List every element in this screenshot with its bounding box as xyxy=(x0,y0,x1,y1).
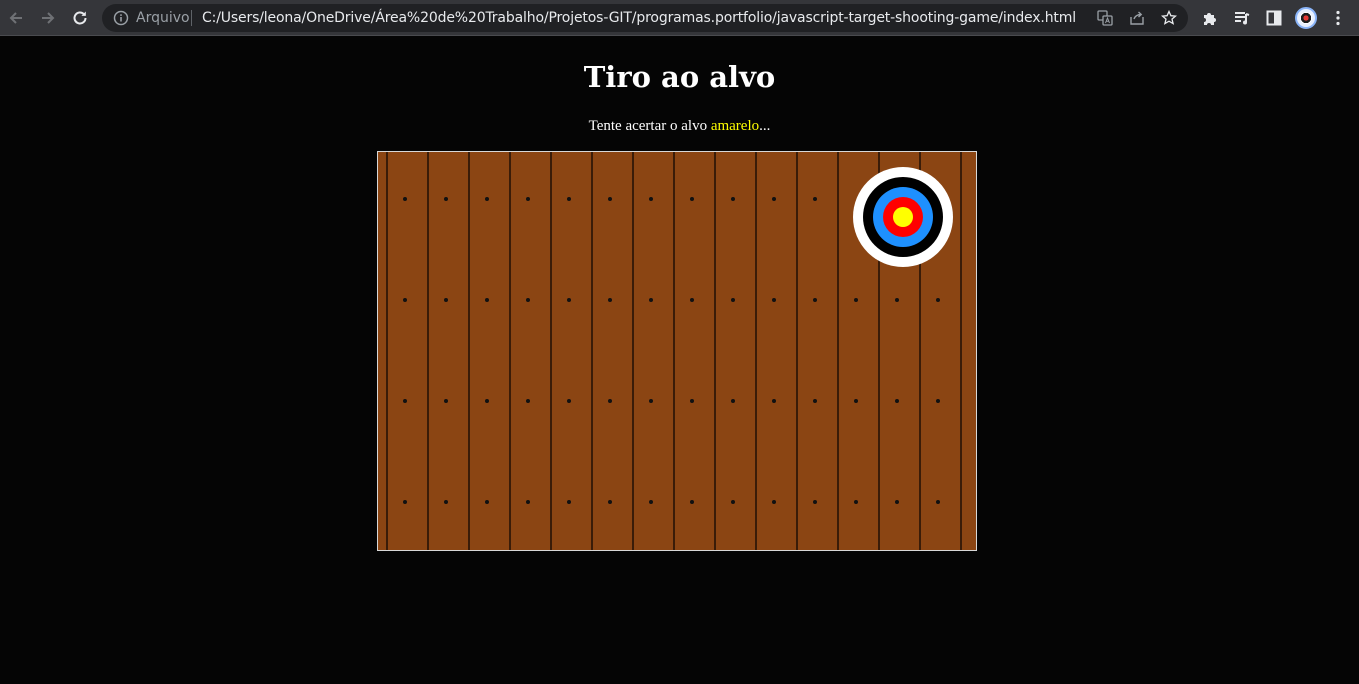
media-queue-button[interactable] xyxy=(1229,5,1255,31)
nail xyxy=(649,500,653,504)
share-icon[interactable] xyxy=(1126,7,1148,29)
arrow-left-icon xyxy=(9,12,22,24)
plank-divider xyxy=(427,152,429,550)
side-panel-icon xyxy=(1266,10,1282,26)
nail xyxy=(690,500,694,504)
nail xyxy=(649,197,653,201)
plank-divider xyxy=(714,152,716,550)
nail xyxy=(526,399,530,403)
nail xyxy=(731,399,735,403)
nail xyxy=(690,298,694,302)
back-button[interactable] xyxy=(3,5,29,31)
nail xyxy=(731,500,735,504)
nail xyxy=(690,399,694,403)
nail xyxy=(649,399,653,403)
nail xyxy=(731,197,735,201)
nail xyxy=(485,500,489,504)
nail xyxy=(567,197,571,201)
plank-divider xyxy=(468,152,470,550)
arrow-right-icon xyxy=(42,12,55,24)
nail xyxy=(772,399,776,403)
nail xyxy=(403,399,407,403)
target-bullseye[interactable] xyxy=(893,207,913,227)
nail xyxy=(649,298,653,302)
nail xyxy=(854,500,858,504)
scheme-label: Arquivo xyxy=(136,10,190,26)
reload-icon xyxy=(73,11,87,25)
nail xyxy=(403,197,407,201)
plank-divider xyxy=(837,152,839,550)
nail xyxy=(608,500,612,504)
reload-button[interactable] xyxy=(67,5,93,31)
instruction-highlight: amarelo xyxy=(710,118,760,134)
nail xyxy=(608,197,612,201)
instruction-text: Tente acertar o alvo amarelo... xyxy=(0,116,1359,136)
nail xyxy=(485,399,489,403)
nail xyxy=(813,298,817,302)
nail xyxy=(444,298,448,302)
nail xyxy=(485,197,489,201)
nail xyxy=(854,298,858,302)
extensions-button[interactable] xyxy=(1197,5,1223,31)
plank-divider xyxy=(386,152,388,550)
instruction-suffix: ... xyxy=(759,118,771,134)
nail xyxy=(895,399,899,403)
nail xyxy=(526,298,530,302)
nail xyxy=(731,298,735,302)
plank-divider xyxy=(632,152,634,550)
nail xyxy=(444,500,448,504)
nail xyxy=(608,399,612,403)
translate-icon[interactable] xyxy=(1094,7,1116,29)
info-icon[interactable] xyxy=(113,10,129,30)
plank-divider xyxy=(960,152,962,550)
nail xyxy=(813,197,817,201)
nail xyxy=(567,399,571,403)
nail xyxy=(813,500,817,504)
plank-divider xyxy=(673,152,675,550)
nail xyxy=(608,298,612,302)
plank-divider xyxy=(509,152,511,550)
target[interactable] xyxy=(853,167,953,267)
plank-divider xyxy=(591,152,593,550)
puzzle-icon xyxy=(1204,13,1216,25)
media-queue-icon xyxy=(1235,12,1250,25)
nail xyxy=(526,500,530,504)
nail xyxy=(772,298,776,302)
nail xyxy=(444,399,448,403)
nail xyxy=(936,500,940,504)
nail xyxy=(772,197,776,201)
nail xyxy=(485,298,489,302)
plank-divider xyxy=(755,152,757,550)
kebab-menu-icon xyxy=(1336,10,1340,26)
page-title: Tiro ao alvo xyxy=(583,60,776,94)
instruction-prefix: Tente acertar o alvo xyxy=(588,118,711,134)
nail xyxy=(526,197,530,201)
url-text[interactable]: C:/Users/leona/OneDrive/Área%20de%20Trab… xyxy=(202,10,1076,26)
nail xyxy=(567,298,571,302)
plank-divider xyxy=(796,152,798,550)
nail xyxy=(567,500,571,504)
nail xyxy=(854,399,858,403)
browser-toolbar: Arquivo C:/Users/leona/OneDrive/Área%20d… xyxy=(0,0,1359,36)
forward-button[interactable] xyxy=(35,5,61,31)
star-icon[interactable] xyxy=(1158,7,1180,29)
side-panel-button[interactable] xyxy=(1261,5,1287,31)
plank-divider xyxy=(550,152,552,550)
nail xyxy=(772,500,776,504)
menu-button[interactable] xyxy=(1325,5,1351,31)
nail xyxy=(813,399,817,403)
nail xyxy=(895,500,899,504)
nail xyxy=(403,298,407,302)
address-bar[interactable]: Arquivo C:/Users/leona/OneDrive/Área%20d… xyxy=(102,4,1188,32)
nail xyxy=(936,298,940,302)
nail xyxy=(444,197,448,201)
nail xyxy=(690,197,694,201)
address-divider xyxy=(191,10,192,26)
profile-avatar-icon[interactable] xyxy=(1295,7,1317,29)
nail xyxy=(895,298,899,302)
nail xyxy=(936,399,940,403)
game-board[interactable] xyxy=(377,151,977,551)
nail xyxy=(403,500,407,504)
